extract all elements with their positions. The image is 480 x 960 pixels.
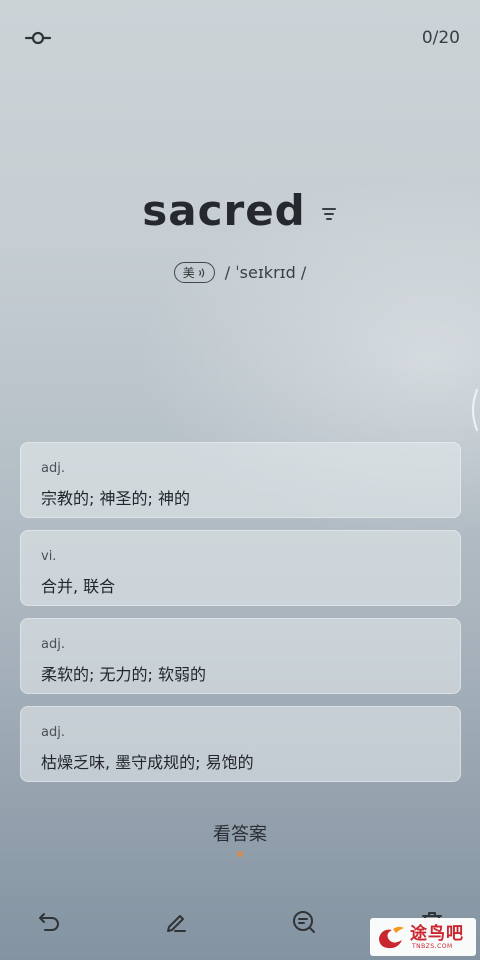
options-list: adj. 宗教的; 神圣的; 神的 vi. 合并, 联合 adj. 柔软的; 无…: [20, 442, 461, 794]
search-icon: [293, 911, 315, 933]
option-meaning: 柔软的; 无力的; 软弱的: [41, 665, 206, 684]
pronounce-button[interactable]: 美: [173, 262, 215, 283]
undo-icon: [39, 913, 59, 931]
phonetic-row: 美 / ˈseɪkrɪd /: [0, 262, 480, 283]
option-pos: adj.: [41, 461, 65, 476]
indicator-dot: [237, 851, 243, 857]
watermark-text: 途鸟吧: [410, 924, 464, 944]
sound-wave-icon: [198, 267, 204, 278]
edit-icon: [167, 915, 186, 932]
accent-label: 美: [182, 266, 195, 280]
top-bar: 0/20: [0, 0, 480, 76]
search-button[interactable]: [290, 908, 318, 936]
settings-button[interactable]: [22, 26, 54, 50]
option-meaning: 枯燥乏味, 墨守成规的; 易饱的: [41, 753, 254, 772]
word-menu-button[interactable]: [320, 205, 338, 223]
option-pos: adj.: [41, 637, 65, 652]
side-arc-icon: [471, 388, 479, 432]
option-card[interactable]: vi. 合并, 联合: [20, 530, 461, 606]
side-drawer-handle[interactable]: [468, 388, 479, 432]
progress-counter: 0/20: [421, 28, 460, 48]
option-meaning: 合并, 联合: [41, 577, 116, 596]
word-area: sacred: [0, 186, 480, 235]
option-card[interactable]: adj. 柔软的; 无力的; 软弱的: [20, 618, 461, 694]
filter-list-icon: [321, 207, 336, 220]
word-title: sacred: [142, 186, 306, 235]
phonetic-text: / ˈseɪkrɪd /: [224, 263, 307, 282]
option-card[interactable]: adj. 宗教的; 神圣的; 神的: [20, 442, 461, 518]
bird-logo-icon: [379, 926, 404, 949]
show-answer-button[interactable]: 看答案: [0, 820, 480, 846]
undo-button[interactable]: [36, 908, 64, 936]
watermark-subtext: TNBZS.COM: [412, 943, 453, 950]
watermark-logo: 途鸟吧 TNBZS.COM: [370, 918, 476, 956]
watermark-text-block: 途鸟吧 TNBZS.COM: [410, 924, 464, 950]
option-meaning: 宗教的; 神圣的; 神的: [41, 489, 190, 508]
slider-settings-icon: [24, 31, 52, 45]
edit-button[interactable]: [162, 908, 190, 936]
option-pos: vi.: [41, 549, 57, 564]
option-pos: adj.: [41, 725, 65, 740]
word-row: sacred: [142, 186, 338, 235]
option-card[interactable]: adj. 枯燥乏味, 墨守成规的; 易饱的: [20, 706, 461, 782]
